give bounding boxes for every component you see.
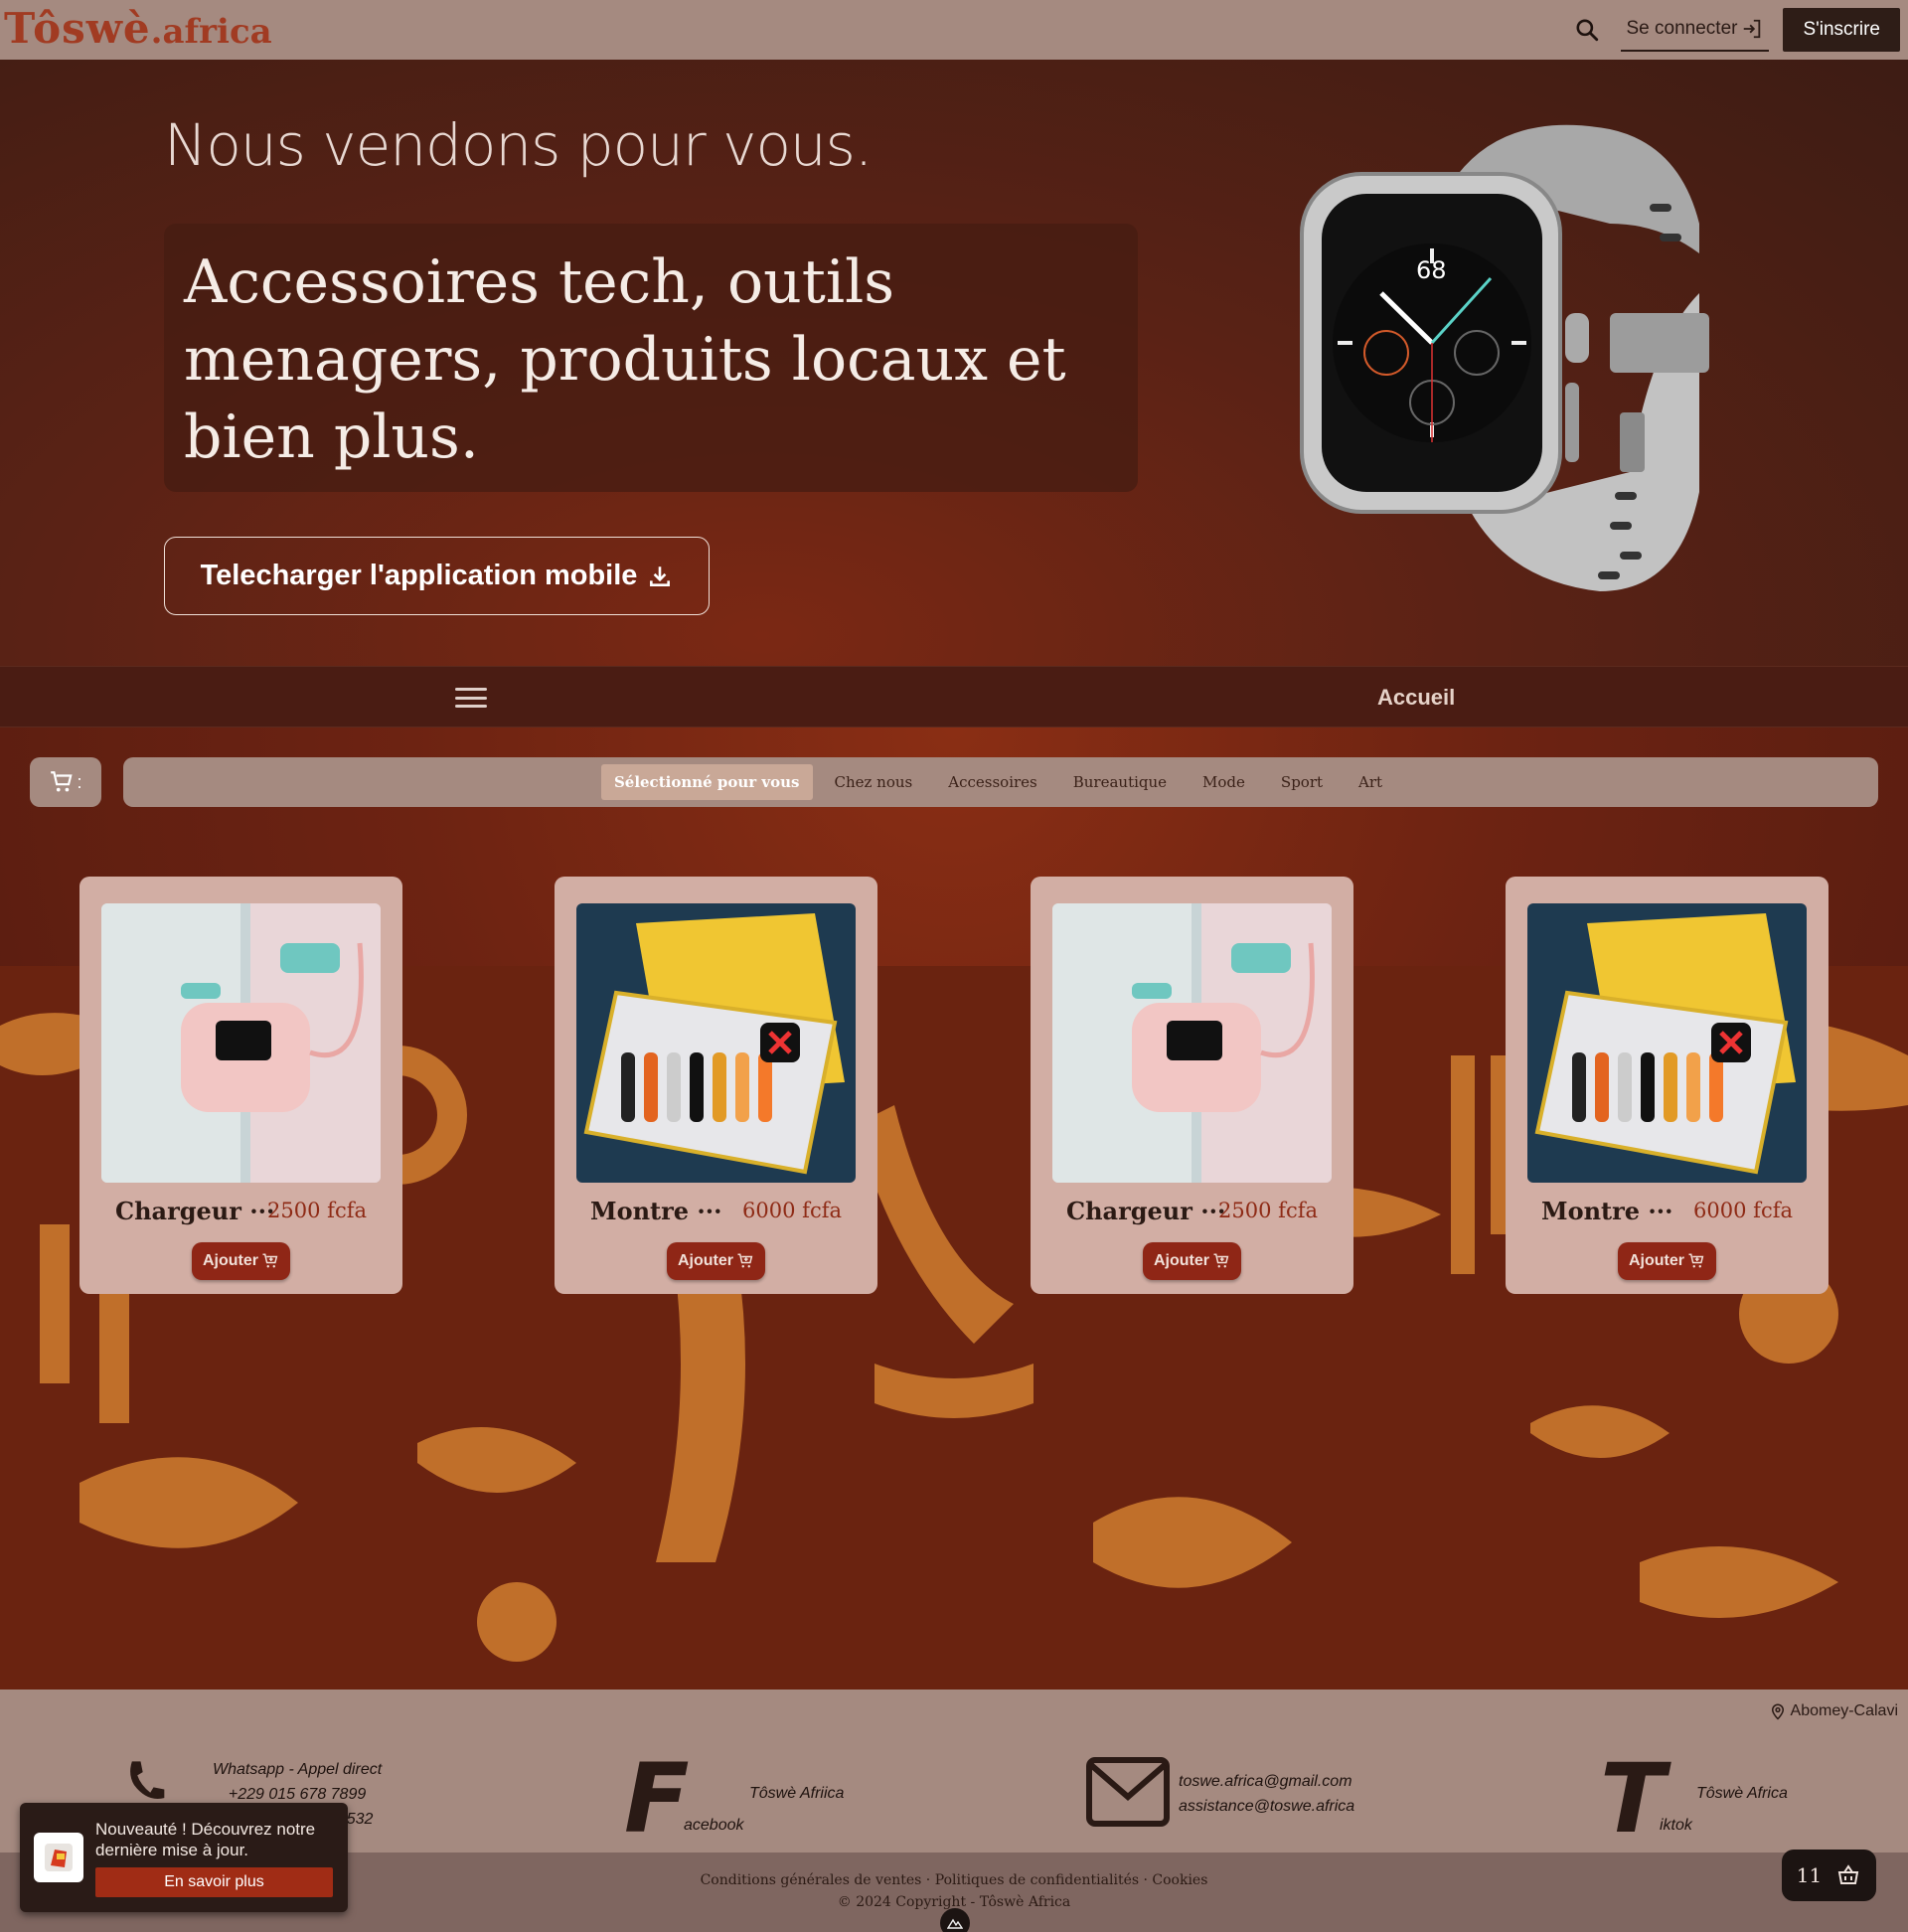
svg-text:68: 68 bbox=[1416, 256, 1447, 284]
email-contact[interactable]: toswe.africa@gmail.com assistance@toswe.… bbox=[1179, 1769, 1354, 1819]
site-logo[interactable]: Tôswè .africa bbox=[4, 4, 272, 54]
location: Abomey-Calavi bbox=[1769, 1701, 1898, 1721]
product-title[interactable]: Chargeur ··· bbox=[1066, 1197, 1225, 1225]
cookies-link[interactable]: Cookies bbox=[1152, 1872, 1207, 1888]
login-icon bbox=[1744, 19, 1761, 39]
signup-button[interactable]: S'inscrire bbox=[1783, 8, 1900, 52]
facebook-letter: F bbox=[624, 1743, 690, 1854]
cart-add-icon bbox=[1213, 1253, 1229, 1268]
logo-tld: .africa bbox=[150, 12, 272, 52]
home-link[interactable]: Accueil bbox=[1377, 685, 1455, 711]
hamburger-icon bbox=[455, 688, 487, 691]
add-label: Ajouter bbox=[1154, 1252, 1209, 1269]
email-assistance: assistance@toswe.africa bbox=[1179, 1798, 1355, 1815]
facebook-label[interactable]: acebook bbox=[684, 1813, 744, 1838]
product-card[interactable]: Montre ··· 6000 fcfa Ajouter bbox=[1506, 877, 1828, 1294]
search-button[interactable] bbox=[1567, 10, 1607, 50]
logo-brand: Tôswè bbox=[4, 4, 151, 53]
product-title[interactable]: Montre ··· bbox=[1541, 1197, 1672, 1225]
tiktok-label[interactable]: iktok bbox=[1660, 1813, 1692, 1838]
category-tabs: Sélectionné pour vous Chez nous Accessoi… bbox=[123, 757, 1878, 807]
main-content: : Sélectionné pour vous Chez nous Access… bbox=[0, 727, 1908, 1690]
menu-button[interactable] bbox=[455, 685, 487, 711]
add-to-cart-button[interactable]: Ajouter bbox=[667, 1242, 765, 1280]
download-label: Telecharger l'application mobile bbox=[200, 560, 638, 591]
facebook-name[interactable]: Tôswè Afriica bbox=[749, 1781, 844, 1806]
product-price: 6000 fcfa bbox=[1693, 1199, 1793, 1222]
location-text: Abomey-Calavi bbox=[1790, 1702, 1898, 1719]
tiktok-letter: T bbox=[1600, 1743, 1666, 1854]
hero-tagline: Nous vendons pour vous. bbox=[164, 111, 873, 179]
add-label: Ajouter bbox=[203, 1252, 258, 1269]
product-price: 2500 fcfa bbox=[1218, 1199, 1318, 1222]
hero-section: Nous vendons pour vous. Accessoires tech… bbox=[0, 60, 1908, 666]
cart-filter-button[interactable]: : bbox=[30, 757, 101, 807]
search-icon bbox=[1575, 19, 1598, 42]
tab-accessoires[interactable]: Accessoires bbox=[930, 765, 1054, 799]
tab-art[interactable]: Art bbox=[1341, 765, 1400, 799]
product-image-watch-straps bbox=[1527, 903, 1807, 1183]
hero-headline: Accessoires tech, outils menagers, produ… bbox=[184, 247, 1066, 472]
cart-chip-suffix: : bbox=[77, 771, 82, 792]
add-to-cart-button[interactable]: Ajouter bbox=[1618, 1242, 1716, 1280]
product-card[interactable]: Montre ··· 6000 fcfa Ajouter bbox=[555, 877, 877, 1294]
toast-message: Nouveauté ! Découvrez notre dernière mis… bbox=[95, 1820, 316, 1859]
email-primary: toswe.africa@gmail.com bbox=[1179, 1773, 1352, 1790]
whatsapp-title: Whatsapp - Appel direct bbox=[213, 1761, 383, 1778]
toast-app-icon bbox=[34, 1833, 83, 1882]
tiktok-name[interactable]: Tôswè Africa bbox=[1696, 1781, 1788, 1806]
terms-link[interactable]: Conditions générales de ventes bbox=[701, 1872, 922, 1888]
basket-icon bbox=[1838, 1864, 1859, 1884]
product-title[interactable]: Montre ··· bbox=[590, 1197, 721, 1225]
tab-mode[interactable]: Mode bbox=[1185, 765, 1263, 799]
product-card[interactable]: Chargeur ··· 2500 fcfa Ajouter bbox=[1031, 877, 1353, 1294]
cart-add-icon bbox=[737, 1253, 753, 1268]
devtools-badge[interactable] bbox=[940, 1908, 970, 1932]
login-label: Se connecter bbox=[1626, 18, 1738, 39]
add-label: Ajouter bbox=[678, 1252, 733, 1269]
product-title[interactable]: Chargeur ··· bbox=[115, 1197, 274, 1225]
cart-add-icon bbox=[262, 1253, 278, 1268]
floating-cart-button[interactable]: 11 bbox=[1782, 1850, 1876, 1901]
product-price: 6000 fcfa bbox=[742, 1199, 842, 1222]
product-price: 2500 fcfa bbox=[267, 1199, 367, 1222]
nav-actions: Se connecter S'inscrire bbox=[1567, 8, 1900, 52]
mail-icon bbox=[1086, 1757, 1170, 1827]
product-image-watch-straps bbox=[576, 903, 856, 1183]
cart-count: 11 bbox=[1796, 1863, 1823, 1887]
add-label: Ajouter bbox=[1629, 1252, 1684, 1269]
secondary-nav: Accueil bbox=[0, 666, 1908, 727]
product-image-powerbank bbox=[1052, 903, 1332, 1183]
smartwatch-image: 68 bbox=[1300, 124, 1709, 591]
download-app-button[interactable]: Telecharger l'application mobile bbox=[164, 537, 710, 615]
privacy-link[interactable]: Politiques de confidentialités bbox=[935, 1872, 1139, 1888]
learn-more-button[interactable]: En savoir plus bbox=[95, 1867, 333, 1897]
tab-bureautique[interactable]: Bureautique bbox=[1055, 765, 1185, 799]
download-icon bbox=[650, 565, 671, 586]
product-image-powerbank bbox=[101, 903, 381, 1183]
add-to-cart-button[interactable]: Ajouter bbox=[1143, 1242, 1241, 1280]
cart-add-icon bbox=[1688, 1253, 1704, 1268]
hero-headline-box: Accessoires tech, outils menagers, produ… bbox=[164, 224, 1138, 492]
product-card[interactable]: Chargeur ··· 2500 fcfa Ajouter bbox=[80, 877, 402, 1294]
tab-sport[interactable]: Sport bbox=[1263, 765, 1341, 799]
login-button[interactable]: Se connecter bbox=[1620, 8, 1770, 52]
add-to-cart-button[interactable]: Ajouter bbox=[192, 1242, 290, 1280]
location-pin-icon bbox=[1771, 1703, 1784, 1720]
location-bar: Abomey-Calavi bbox=[0, 1690, 1908, 1733]
top-navbar: Tôswè .africa Se connecter S'inscrire bbox=[0, 0, 1908, 60]
cart-icon bbox=[51, 771, 74, 792]
tab-selected-for-you[interactable]: Sélectionné pour vous bbox=[600, 764, 813, 800]
update-toast: Nouveauté ! Découvrez notre dernière mis… bbox=[20, 1803, 348, 1912]
mountain-icon bbox=[947, 1918, 963, 1929]
tab-chez-nous[interactable]: Chez nous bbox=[817, 765, 931, 799]
